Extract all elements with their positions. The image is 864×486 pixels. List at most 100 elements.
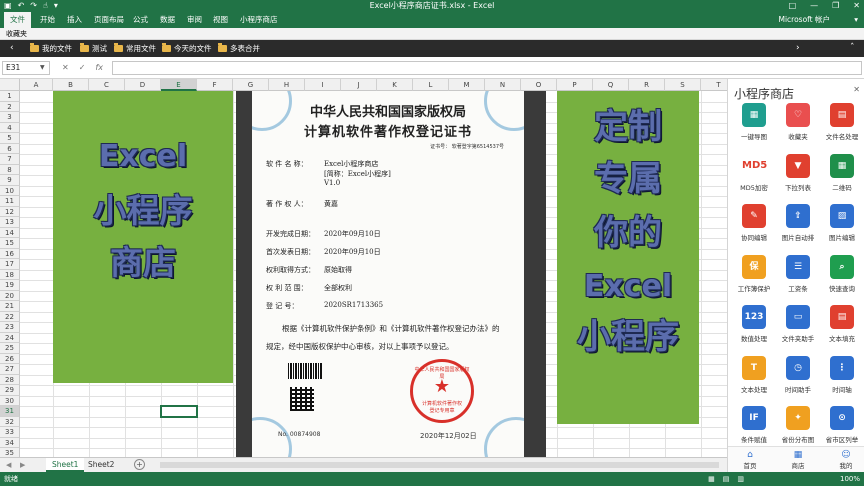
chevron-right-icon[interactable]: › <box>796 40 800 57</box>
zoom-level[interactable]: 100% <box>840 472 860 486</box>
column-header-s[interactable]: S <box>665 79 701 91</box>
tab-insert[interactable]: 插入 <box>61 12 88 28</box>
row-header-30[interactable]: 30 <box>0 395 20 406</box>
column-header-f[interactable]: F <box>197 79 233 91</box>
row-header-27[interactable]: 27 <box>0 364 20 375</box>
column-header-t[interactable]: T <box>701 79 727 91</box>
tab-mini-program-store[interactable]: 小程序商店 <box>234 12 284 28</box>
row-header-20[interactable]: 20 <box>0 290 20 301</box>
row-header-22[interactable]: 22 <box>0 311 20 322</box>
formula-input[interactable] <box>112 61 862 75</box>
row-header-21[interactable]: 21 <box>0 301 20 312</box>
cancel-icon[interactable]: ✕ <box>62 61 69 75</box>
tab-file[interactable]: 文件 <box>4 12 31 28</box>
row-header-26[interactable]: 26 <box>0 353 20 364</box>
select-all-corner[interactable] <box>0 79 20 91</box>
row-header-6[interactable]: 6 <box>0 143 20 154</box>
tab-page-layout[interactable]: 页面布局 <box>88 12 130 28</box>
selected-cell[interactable] <box>160 405 198 418</box>
spreadsheet-grid[interactable]: 35 34 33 32 31 30 29 28 27 26 25 24 23 22 21 20 19 18 17 16… <box>0 79 727 457</box>
column-header-l[interactable]: L <box>413 79 449 91</box>
function-icon[interactable]: fx <box>95 61 103 75</box>
row-header-13[interactable]: 13 <box>0 217 20 228</box>
tile-co-edit[interactable]: ✎ 协同编辑 <box>732 204 776 256</box>
column-header-j[interactable]: J <box>341 79 377 91</box>
column-header-k[interactable]: K <box>377 79 413 91</box>
column-header-c[interactable]: C <box>89 79 125 91</box>
column-header-q[interactable]: Q <box>593 79 629 91</box>
favorite-common-files[interactable]: 常用文件 <box>114 40 156 57</box>
favorite-merge-sheets[interactable]: 多表合并 <box>218 40 260 57</box>
column-header-n[interactable]: N <box>485 79 521 91</box>
chevron-left-icon[interactable]: ‹ <box>10 40 14 57</box>
column-header-i[interactable]: I <box>305 79 341 91</box>
panel-nav-store[interactable]: ▦ 商店 <box>778 449 818 471</box>
tab-view[interactable]: 视图 <box>207 12 234 28</box>
row-header-14[interactable]: 14 <box>0 227 20 238</box>
row-header-24[interactable]: 24 <box>0 332 20 343</box>
minimize-button[interactable]: — <box>810 0 818 12</box>
column-header-d[interactable]: D <box>125 79 161 91</box>
row-header-3[interactable]: 3 <box>0 112 20 123</box>
close-button[interactable]: ✕ <box>853 0 860 12</box>
row-header-29[interactable]: 29 <box>0 385 20 396</box>
normal-view-icon[interactable]: ▦ <box>708 472 715 486</box>
row-header-5[interactable]: 5 <box>0 133 20 144</box>
tile-image-edit[interactable]: ▨ 图片编辑 <box>820 204 864 256</box>
row-header-15[interactable]: 15 <box>0 238 20 249</box>
horizontal-scrollbar[interactable] <box>160 462 719 468</box>
row-header-25[interactable]: 25 <box>0 343 20 354</box>
row-header-8[interactable]: 8 <box>0 164 20 175</box>
row-header-35[interactable]: 35 <box>0 448 20 457</box>
row-header-7[interactable]: 7 <box>0 154 20 165</box>
favorite-today-files[interactable]: 今天的文件 <box>162 40 212 57</box>
row-header-19[interactable]: 19 <box>0 280 20 291</box>
row-header-10[interactable]: 10 <box>0 185 20 196</box>
ribbon-collapse-icon[interactable]: ▾ <box>854 12 858 28</box>
row-header-23[interactable]: 23 <box>0 322 20 333</box>
tile-number[interactable]: 123 数值处理 <box>732 305 776 357</box>
certificate-image[interactable]: 中华人民共和国国家版权局 计算机软件著作权登记证书 证书号： 软著登字第6514… <box>236 91 546 457</box>
page-layout-icon[interactable]: ▤ <box>723 472 730 486</box>
panel-nav-user[interactable]: ☺ 我的 <box>826 449 864 471</box>
row-header-11[interactable]: 11 <box>0 196 20 207</box>
tile-search[interactable]: ⌕ 快速查询 <box>820 254 864 307</box>
row-header-2[interactable]: 2 <box>0 101 20 112</box>
account-button[interactable]: Microsoft 帐户 <box>778 12 830 28</box>
tab-data[interactable]: 数据 <box>154 12 181 28</box>
row-header-12[interactable]: 12 <box>0 206 20 217</box>
column-header-e[interactable]: E <box>161 79 197 91</box>
column-header-o[interactable]: O <box>521 79 557 91</box>
column-header-b[interactable]: B <box>53 79 89 91</box>
tile-dropdown[interactable]: ▼ 下拉列表 <box>776 153 820 206</box>
tile-payslip[interactable]: ☰ 工资条 <box>776 254 820 307</box>
tile-text[interactable]: T 文本处理 <box>732 355 776 408</box>
tab-review[interactable]: 审阅 <box>181 12 208 28</box>
tile-timeline[interactable]: ⋮ 时间轴 <box>820 355 864 408</box>
restore-button[interactable]: ❐ <box>832 0 839 12</box>
sheet-next-icon[interactable]: ▶ <box>20 458 25 472</box>
tile-clock[interactable]: ◷ 时间助手 <box>776 355 820 408</box>
column-header-h[interactable]: H <box>269 79 305 91</box>
sheet-tab-sheet2[interactable]: Sheet2 <box>82 458 120 472</box>
row-header-17[interactable]: 17 <box>0 259 20 270</box>
close-icon[interactable]: ✕ <box>853 85 860 94</box>
tile-protect[interactable]: 保工作簿保护 <box>732 254 776 307</box>
column-header-p[interactable]: P <box>557 79 593 91</box>
add-sheet-button[interactable]: + <box>134 459 145 470</box>
page-break-icon[interactable]: ▥ <box>737 472 744 486</box>
panel-nav-home[interactable]: ⌂ 首页 <box>730 449 770 471</box>
row-header-34[interactable]: 34 <box>0 437 20 448</box>
tile-favorites[interactable]: ♡ 收藏夹 <box>776 103 820 155</box>
row-header-1[interactable]: 1 <box>0 91 20 102</box>
tile-qrcode[interactable]: ▦ 二维码 <box>820 153 864 206</box>
ribbon-display-button[interactable]: □ <box>789 0 797 12</box>
enter-icon[interactable]: ✓ <box>79 61 86 75</box>
row-header-4[interactable]: 4 <box>0 122 20 133</box>
column-header-a[interactable]: A <box>20 79 53 91</box>
tile-text-fill[interactable]: ▤ 文本填充 <box>820 305 864 357</box>
row-header-33[interactable]: 33 <box>0 427 20 438</box>
tab-home[interactable]: 开始 <box>34 12 61 28</box>
row-header-32[interactable]: 32 <box>0 416 20 427</box>
tile-folder[interactable]: ▭ 文件夹助手 <box>776 305 820 357</box>
